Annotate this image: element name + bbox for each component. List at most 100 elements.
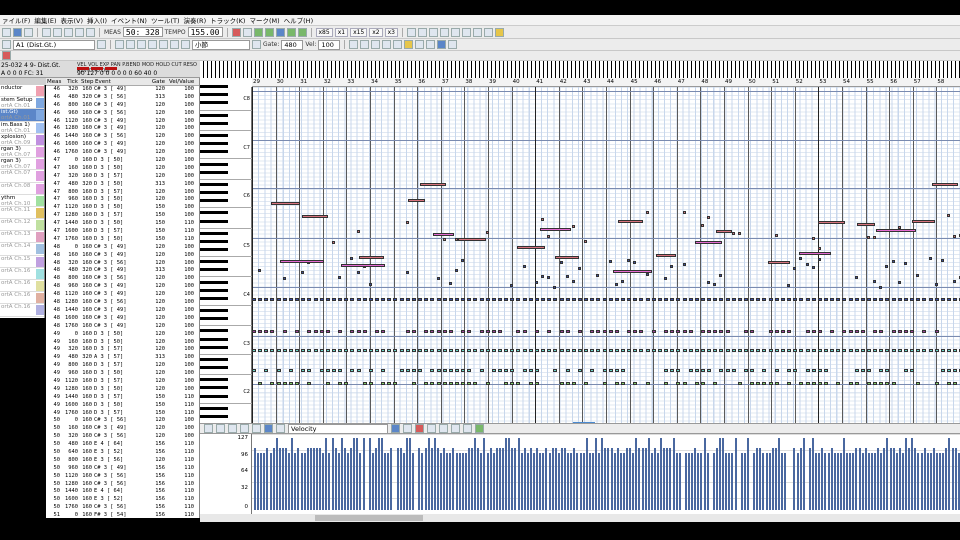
note[interactable]	[621, 382, 625, 385]
black-key[interactable]	[200, 296, 228, 300]
event-row[interactable]: 46 480 320 C# 3 [ 56] 313 100	[46, 94, 199, 102]
velocity-bar[interactable]	[629, 447, 632, 510]
velocity-bar[interactable]	[774, 447, 777, 510]
note[interactable]	[799, 257, 803, 261]
scrollbar-thumb[interactable]	[315, 515, 423, 521]
event-row[interactable]: 49 1600 160 D 3 [ 50] 150 110	[46, 402, 199, 410]
black-key[interactable]	[200, 162, 228, 166]
note[interactable]	[528, 349, 533, 352]
note[interactable]	[368, 382, 373, 385]
meter-icon[interactable]	[475, 424, 484, 433]
note[interactable]	[897, 298, 902, 301]
velocity-bar[interactable]	[604, 447, 607, 510]
note[interactable]	[879, 298, 884, 301]
note[interactable]	[338, 369, 343, 372]
note[interactable]	[510, 298, 515, 301]
note[interactable]	[700, 369, 705, 372]
velocity-bar[interactable]	[359, 453, 362, 510]
note[interactable]	[860, 298, 865, 301]
velocity-bar[interactable]	[560, 447, 563, 510]
note[interactable]	[676, 382, 681, 385]
velocity-bar[interactable]	[576, 453, 579, 510]
velocity-bar[interactable]	[266, 447, 269, 510]
horizontal-scrollbar[interactable]	[200, 514, 960, 522]
measure-number[interactable]: 44	[607, 78, 614, 87]
note[interactable]	[817, 298, 822, 301]
note[interactable]	[433, 232, 454, 236]
note[interactable]	[375, 349, 379, 352]
note[interactable]	[491, 298, 496, 301]
note[interactable]	[700, 224, 704, 228]
note[interactable]	[682, 382, 687, 385]
note[interactable]	[811, 298, 816, 301]
note[interactable]	[811, 369, 816, 372]
note[interactable]	[897, 330, 902, 333]
black-key[interactable]	[200, 317, 228, 321]
velocity-bar[interactable]	[331, 438, 334, 510]
note[interactable]	[670, 330, 675, 333]
note[interactable]	[461, 382, 466, 385]
note[interactable]	[676, 330, 681, 333]
note[interactable]	[270, 298, 275, 301]
note[interactable]	[325, 369, 330, 372]
note[interactable]	[744, 298, 748, 301]
note[interactable]	[516, 349, 521, 352]
menu-help[interactable]: ヘルプ(H)	[284, 15, 313, 25]
measure-number[interactable]: 57	[914, 78, 921, 87]
black-key[interactable]	[200, 386, 228, 390]
note[interactable]	[805, 298, 810, 301]
velocity-bar[interactable]	[951, 447, 954, 510]
note[interactable]	[621, 279, 624, 283]
note[interactable]	[621, 369, 625, 372]
note[interactable]	[381, 330, 386, 333]
note[interactable]	[700, 298, 705, 301]
note[interactable]	[331, 349, 336, 352]
note[interactable]	[258, 269, 262, 273]
black-key[interactable]	[200, 101, 228, 105]
note[interactable]	[818, 220, 845, 224]
note[interactable]	[873, 330, 878, 333]
zoom-out-icon[interactable]	[360, 40, 370, 49]
velocity-bar[interactable]	[381, 438, 384, 510]
note[interactable]	[393, 382, 398, 385]
note[interactable]	[799, 382, 804, 385]
note[interactable]	[756, 382, 761, 385]
note[interactable]	[381, 349, 386, 352]
note[interactable]	[655, 254, 676, 258]
track-row[interactable]: rgan 3) ortA Ch.07	[0, 158, 44, 171]
note[interactable]	[399, 369, 404, 372]
note[interactable]	[541, 298, 546, 301]
black-key[interactable]	[200, 211, 228, 215]
event-row[interactable]: 47 1440 160 D 3 [ 50] 150 110	[46, 220, 199, 228]
note[interactable]	[694, 241, 723, 245]
options-icon[interactable]	[451, 424, 460, 433]
note[interactable]	[479, 298, 484, 301]
note[interactable]	[387, 382, 392, 385]
velocity-bar[interactable]	[843, 438, 845, 510]
velocity-bar[interactable]	[920, 453, 923, 510]
black-key[interactable]	[200, 414, 228, 418]
note[interactable]	[528, 369, 533, 372]
event-row[interactable]: 49 1120 160 D 3 [ 57] 120 100	[46, 378, 199, 386]
note[interactable]	[541, 218, 545, 222]
note[interactable]	[430, 369, 435, 372]
note[interactable]	[356, 369, 361, 372]
note[interactable]	[953, 349, 958, 352]
velocity-bar[interactable]	[647, 438, 650, 510]
note[interactable]	[350, 257, 354, 261]
note[interactable]	[860, 349, 865, 352]
velocity-bar[interactable]	[932, 447, 935, 510]
note[interactable]	[664, 382, 669, 385]
note[interactable]	[916, 349, 921, 352]
note[interactable]	[651, 330, 656, 333]
note[interactable]	[577, 369, 582, 372]
menu-track[interactable]: トラック(K)	[210, 15, 245, 25]
black-key[interactable]	[200, 337, 228, 341]
note[interactable]	[344, 349, 349, 352]
velocity-bar[interactable]	[657, 453, 659, 510]
velocity-bar[interactable]	[954, 447, 957, 510]
pencil-icon[interactable]	[148, 40, 157, 49]
note[interactable]	[848, 349, 853, 352]
velocity-bar[interactable]	[898, 447, 901, 510]
velocity-bar[interactable]	[914, 447, 917, 510]
